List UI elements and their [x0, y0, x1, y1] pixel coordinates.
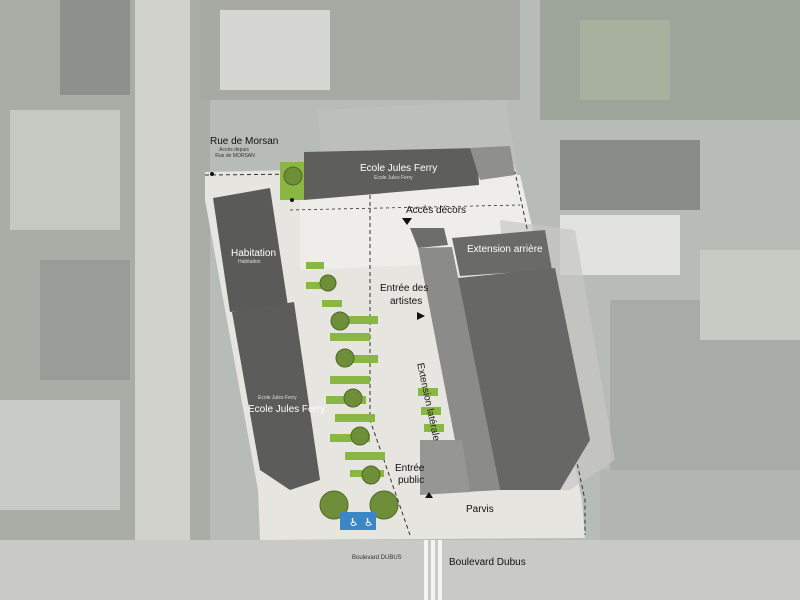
label-ecole-north-small: Ecole Jules Ferry [374, 175, 413, 181]
parking-disabled-icon: ♿ [349, 516, 359, 529]
street-west [135, 0, 190, 600]
pedestrian-crossing [424, 540, 442, 600]
label-ecole-west: Ecole Jules Ferry [248, 404, 326, 415]
street-south [0, 540, 800, 600]
label-parvis: Parvis [466, 504, 494, 515]
parking-disabled-icon: ♿ [364, 516, 374, 529]
label-entree-public-1: Entrée [395, 463, 425, 474]
label-acces-decors: Accès décors [406, 205, 467, 216]
label-entree-public-2: public [398, 475, 425, 486]
label-entree-artistes-1: Entrée des [380, 283, 429, 294]
label-entree-artistes-2: artistes [390, 296, 423, 307]
site-plan-map: ♿ ♿ Rue de Morsan Accès depuis Rue de MO… [0, 0, 800, 600]
label-ecole-north: Ecole Jules Ferry [360, 163, 438, 174]
label-rue-morsan: Rue de Morsan [210, 136, 279, 147]
label-habitation: Habitation [231, 248, 277, 259]
label-extension-arriere: Extension arrière [467, 244, 543, 255]
label-habitation-small: Habitation [238, 259, 261, 265]
label-rue-morsan-caps: Rue de MORSAN [215, 153, 255, 159]
label-boulevard-dubus: Boulevard Dubus [449, 557, 526, 568]
label-boulevard-dubus-small: Boulevard DUBUS [352, 555, 402, 561]
label-ecole-west-small: Ecole Jules Ferry [258, 395, 297, 401]
